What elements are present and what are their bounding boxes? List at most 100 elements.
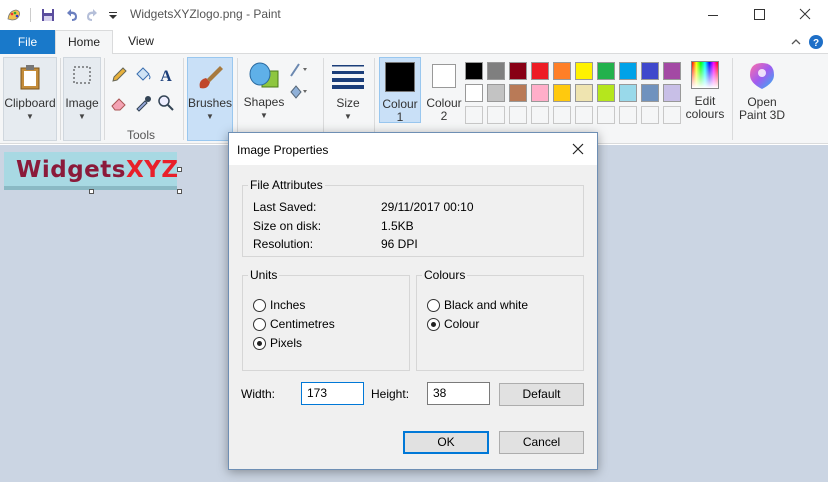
redo-icon[interactable]: [85, 7, 101, 23]
last-saved-label: Last Saved:: [253, 200, 317, 214]
palette-swatch[interactable]: [641, 62, 659, 80]
open-paint3d-label-2: Paint 3D: [738, 108, 786, 122]
black-and-white-radio[interactable]: Black and white: [427, 298, 528, 312]
chevron-down-icon: ▼: [78, 112, 86, 121]
radio-button-selected[interactable]: [253, 336, 266, 350]
open-paint3d-button[interactable]: Open Paint 3D: [736, 57, 788, 123]
brushes-button[interactable]: Brushes ▼: [187, 57, 233, 141]
palette-swatch[interactable]: [553, 62, 571, 80]
palette-swatch[interactable]: [465, 84, 483, 102]
clipboard-button[interactable]: Clipboard ▼: [3, 57, 57, 141]
palette-swatch[interactable]: [597, 62, 615, 80]
colours-legend: Colours: [422, 268, 468, 282]
tab-view[interactable]: View: [113, 30, 169, 55]
outline-icon[interactable]: [289, 62, 311, 78]
palette-custom-slot[interactable]: [619, 106, 637, 124]
save-icon[interactable]: [40, 7, 56, 23]
separator: [104, 58, 105, 140]
palette-swatch[interactable]: [619, 62, 637, 80]
pencil-icon[interactable]: [110, 66, 128, 84]
palette-swatch[interactable]: [509, 84, 527, 102]
palette-swatch[interactable]: [663, 84, 681, 102]
fill-bucket-icon[interactable]: [134, 66, 152, 84]
width-input[interactable]: 173: [301, 382, 364, 405]
palette-swatch[interactable]: [509, 62, 527, 80]
palette-swatch[interactable]: [619, 84, 637, 102]
palette-swatch[interactable]: [575, 84, 593, 102]
resize-handle-corner[interactable]: [177, 189, 182, 194]
close-icon[interactable]: [567, 138, 589, 160]
palette-custom-slot[interactable]: [487, 106, 505, 124]
minimize-icon[interactable]: [690, 0, 736, 30]
collapse-ribbon-icon[interactable]: [790, 36, 802, 48]
radio-button[interactable]: [253, 317, 266, 331]
magnifier-icon[interactable]: [157, 94, 175, 112]
radio-button[interactable]: [427, 298, 440, 312]
text-icon[interactable]: A: [157, 66, 175, 84]
fill-icon[interactable]: [289, 84, 311, 100]
palette-custom-slot[interactable]: [575, 106, 593, 124]
shapes-button[interactable]: Shapes ▼: [241, 57, 287, 141]
palette-custom-slot[interactable]: [597, 106, 615, 124]
help-icon[interactable]: ?: [808, 34, 824, 50]
default-button[interactable]: Default: [499, 383, 584, 406]
edit-colours-label-2: colours: [685, 107, 725, 121]
palette-custom-slot[interactable]: [553, 106, 571, 124]
colour-2-button[interactable]: Colour 2: [423, 57, 465, 123]
palette-swatch[interactable]: [487, 62, 505, 80]
close-window-icon[interactable]: [782, 0, 828, 30]
separator: [374, 58, 375, 140]
units-pixels-radio[interactable]: Pixels: [253, 336, 302, 350]
colour-1-button[interactable]: Colour 1: [379, 57, 421, 124]
palette-custom-slot[interactable]: [509, 106, 527, 124]
logo-text: WidgetsXYZ: [16, 157, 179, 183]
customize-quick-access-icon[interactable]: [105, 7, 121, 23]
size-label: Size: [336, 96, 360, 110]
width-label: Width:: [241, 387, 276, 401]
colour-picker-icon[interactable]: [134, 94, 152, 112]
palette-swatch[interactable]: [641, 84, 659, 102]
eraser-icon[interactable]: [110, 94, 128, 112]
resize-handle-right[interactable]: [177, 167, 182, 172]
cancel-button[interactable]: Cancel: [499, 431, 584, 454]
paint-app-icon[interactable]: [6, 7, 22, 23]
height-input[interactable]: 38: [427, 382, 490, 405]
image-properties-dialog: Image Properties File Attributes Last Sa…: [228, 132, 598, 470]
palette-custom-slot[interactable]: [531, 106, 549, 124]
tab-file[interactable]: File: [0, 30, 55, 54]
palette-custom-slot[interactable]: [663, 106, 681, 124]
palette-swatch[interactable]: [531, 84, 549, 102]
palette-swatch[interactable]: [575, 62, 593, 80]
image-button[interactable]: Image ▼: [63, 57, 101, 141]
tab-home[interactable]: Home: [55, 30, 113, 55]
colour-radio[interactable]: Colour: [427, 317, 479, 331]
palette-custom-slot[interactable]: [641, 106, 659, 124]
svg-text:A: A: [160, 68, 172, 84]
palette-swatch[interactable]: [663, 62, 681, 80]
logo-text-xyz: XYZ: [125, 157, 179, 183]
undo-icon[interactable]: [63, 7, 79, 23]
separator: [30, 8, 31, 22]
dialog-titlebar: Image Properties: [229, 133, 597, 165]
file-attributes-legend: File Attributes: [248, 178, 325, 192]
palette-swatch[interactable]: [465, 62, 483, 80]
palette-swatch[interactable]: [553, 84, 571, 102]
image-canvas[interactable]: WidgetsXYZ: [4, 152, 179, 190]
logo-text-widgets: Widgets: [16, 157, 126, 183]
units-centimetres-radio[interactable]: Centimetres: [253, 317, 335, 331]
units-inches-radio[interactable]: Inches: [253, 298, 305, 312]
window-title: WidgetsXYZlogo.png - Paint: [130, 7, 281, 21]
colours-group: Colours Black and white Colour: [416, 268, 584, 371]
ok-button[interactable]: OK: [403, 431, 489, 454]
palette-swatch[interactable]: [531, 62, 549, 80]
palette-swatch[interactable]: [597, 84, 615, 102]
resize-handle-bottom[interactable]: [89, 189, 94, 194]
edit-colours-button[interactable]: Edit colours: [684, 57, 726, 123]
radio-button-selected[interactable]: [427, 317, 440, 331]
size-button[interactable]: Size ▼: [327, 57, 369, 141]
colour-label: Colour: [444, 317, 480, 331]
palette-custom-slot[interactable]: [465, 106, 483, 124]
maximize-icon[interactable]: [736, 0, 782, 30]
radio-button[interactable]: [253, 298, 266, 312]
palette-swatch[interactable]: [487, 84, 505, 102]
